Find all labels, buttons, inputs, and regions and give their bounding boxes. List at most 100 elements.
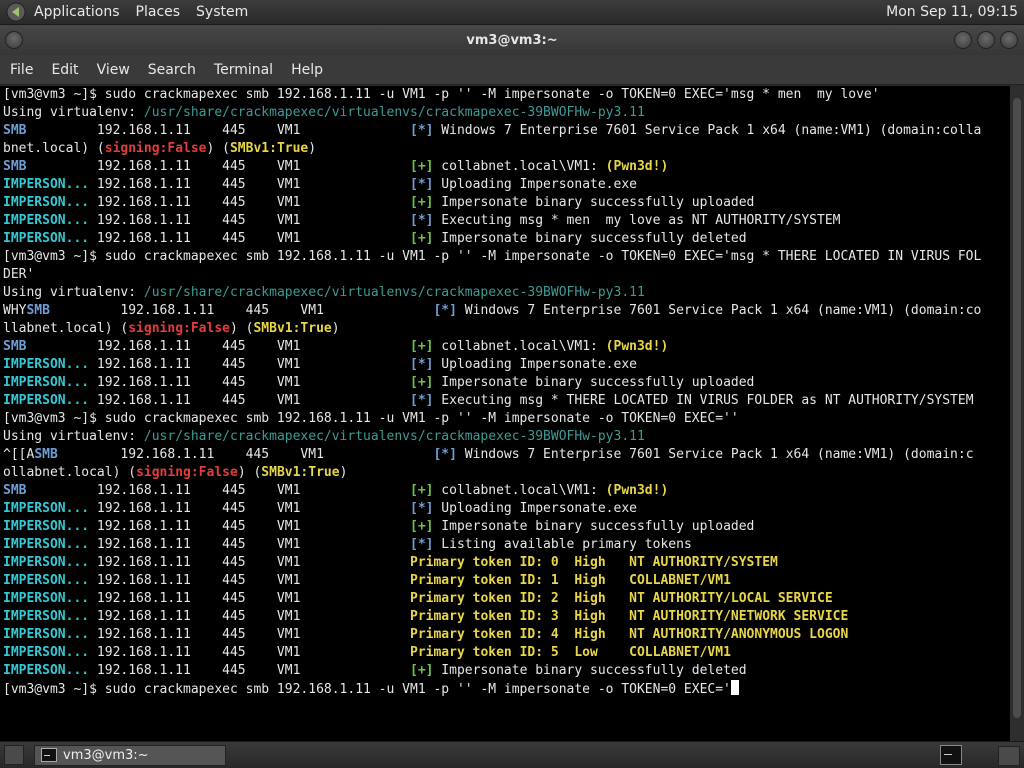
terminal-segment-yellow: (Pwn3d!) <box>605 339 669 354</box>
terminal-segment-plain: Impersonate binary successfully uploaded <box>433 519 755 534</box>
terminal-segment-plain: Impersonate binary successfully uploaded <box>433 195 755 210</box>
terminal-segment-mod-smb: SMB <box>3 339 27 354</box>
terminal-segment-prompt: [vm3@vm3 ~]$ sudo crackmapexec smb 192.1… <box>3 411 739 426</box>
menu-search[interactable]: Search <box>140 55 204 85</box>
terminal-segment-plain: 192.168.1.11 445 VM1 <box>89 177 410 192</box>
menu-terminal[interactable]: Terminal <box>206 55 281 85</box>
terminal-segment-yellow: SMBv1:True <box>261 465 340 480</box>
terminal-segment-plain: 192.168.1.11 445 VM1 <box>26 339 410 354</box>
terminal-segment-red: signing:False <box>128 321 230 336</box>
menu-help[interactable]: Help <box>283 55 331 85</box>
terminal-segment-mark-info: [*] <box>410 123 434 138</box>
terminal-segment-plain: Uploading Impersonate.exe <box>433 177 637 192</box>
terminal-segment-mod-imp: IMPERSON... <box>3 573 90 588</box>
terminal-segment-mod-imp: IMPERSON... <box>3 609 90 624</box>
terminal-segment-mod-smb: SMB <box>3 483 27 498</box>
terminal-segment-mod-imp: IMPERSON... <box>3 627 90 642</box>
terminal-segment-plain: 192.168.1.11 445 VM1 <box>89 537 410 552</box>
places-menu[interactable]: Places <box>128 0 189 25</box>
terminal-segment-plain: ollabnet.local) ( <box>3 465 137 480</box>
terminal-line: IMPERSON... 192.168.1.11 445 VM1 [+] Imp… <box>3 518 1010 536</box>
workspace-terminal-icon[interactable] <box>940 745 962 765</box>
terminal-output[interactable]: [vm3@vm3 ~]$ sudo crackmapexec smb 192.1… <box>0 86 1010 741</box>
terminal-segment-yellow: SMBv1:True <box>229 141 309 156</box>
window-titlebar[interactable]: vm3@vm3:~ <box>0 25 1024 55</box>
terminal-segment-plain: DER' <box>3 267 35 282</box>
terminal-segment-mod-imp: IMPERSON... <box>3 555 90 570</box>
taskbar-window-button[interactable]: vm3@vm3:~ <box>34 744 226 766</box>
terminal-segment-plain: Impersonate binary successfully uploaded <box>433 375 755 390</box>
terminal-line: IMPERSON... 192.168.1.11 445 VM1 [*] Lis… <box>3 536 1010 554</box>
terminal-segment-plain: Windows 7 Enterprise 7601 Service Pack 1… <box>456 303 982 318</box>
workspace-switcher-button[interactable] <box>998 746 1020 766</box>
terminal-segment-plain: Executing msg * men my love as NT AUTHOR… <box>433 213 841 228</box>
terminal-segment-path: /usr/share/crackmapexec/virtualenvs/crac… <box>143 429 645 444</box>
terminal-segment-mod-imp: IMPERSON... <box>3 501 90 516</box>
terminal-segment-plain: Using virtualenv: <box>3 285 144 300</box>
terminal-segment-plain: 192.168.1.11 445 VM1 <box>89 357 410 372</box>
terminal-segment-plain: 192.168.1.11 445 VM1 <box>89 627 410 642</box>
bottom-panel: vm3@vm3:~ <box>0 741 1024 768</box>
menu-view[interactable]: View <box>89 55 138 85</box>
terminal-segment-plain: Using virtualenv: <box>3 429 144 444</box>
terminal-segment-plain: 192.168.1.11 445 VM1 <box>89 609 410 624</box>
terminal-line: IMPERSON... 192.168.1.11 445 VM1 Primary… <box>3 608 1010 626</box>
terminal-segment-mark-ok: [+] <box>410 663 434 678</box>
terminal-segment-mark-ok: [+] <box>410 339 434 354</box>
window-menu-button[interactable] <box>5 31 23 49</box>
terminal-segment-plain: Windows 7 Enterprise 7601 Service Pack 1… <box>433 123 982 138</box>
terminal-segment-plain: 192.168.1.11 445 VM1 <box>49 303 434 318</box>
terminal-line: llabnet.local) (signing:False) (SMBv1:Tr… <box>3 320 1010 338</box>
terminal-segment-mark-info: [*] <box>410 537 434 552</box>
clock[interactable]: Mon Sep 11, 09:15 <box>886 4 1024 20</box>
terminal-segment-plain: Impersonate binary successfully deleted <box>433 231 747 246</box>
terminal-segment-mod-smb: SMB <box>34 447 58 462</box>
terminal-segment-mark-ok: [+] <box>410 159 434 174</box>
terminal-segment-red: signing:False <box>104 141 207 156</box>
terminal-line: SMB 192.168.1.11 445 VM1 [+] collabnet.l… <box>3 338 1010 356</box>
applications-menu[interactable]: Applications <box>26 0 128 25</box>
terminal-segment-plain: 192.168.1.11 445 VM1 <box>89 195 410 210</box>
terminal-segment-plain: Listing available primary tokens <box>433 537 692 552</box>
terminal-line: [vm3@vm3 ~]$ sudo crackmapexec smb 192.1… <box>3 680 1010 698</box>
terminal-scrollbar[interactable] <box>1010 86 1024 741</box>
terminal-segment-mark-ok: [+] <box>410 519 434 534</box>
gnome-foot-icon[interactable] <box>6 2 26 22</box>
terminal-segment-plain: ^[[A <box>3 447 35 462</box>
terminal-segment-yellow: Primary token ID: 2 High NT AUTHORITY/LO… <box>410 591 833 606</box>
terminal-line: IMPERSON... 192.168.1.11 445 VM1 [+] Imp… <box>3 194 1010 212</box>
terminal-segment-plain: 192.168.1.11 445 VM1 <box>89 393 410 408</box>
terminal-segment-mark-ok: [+] <box>410 375 434 390</box>
terminal-line: Using virtualenv: /usr/share/crackmapexe… <box>3 104 1010 122</box>
terminal-segment-mark-info: [*] <box>410 501 434 516</box>
terminal-segment-mod-imp: IMPERSON... <box>3 231 90 246</box>
text-cursor <box>730 680 739 695</box>
terminal-line: [vm3@vm3 ~]$ sudo crackmapexec smb 192.1… <box>3 410 1010 428</box>
terminal-line: IMPERSON... 192.168.1.11 445 VM1 [+] Imp… <box>3 374 1010 392</box>
maximize-button[interactable] <box>977 31 995 49</box>
close-button[interactable] <box>1000 31 1018 49</box>
terminal-segment-plain: Windows 7 Enterprise 7601 Service Pack 1… <box>456 447 974 462</box>
terminal-line: IMPERSON... 192.168.1.11 445 VM1 Primary… <box>3 572 1010 590</box>
taskbar-window-label: vm3@vm3:~ <box>63 747 149 763</box>
terminal-segment-yellow: Primary token ID: 3 High NT AUTHORITY/NE… <box>410 609 849 624</box>
scrollbar-thumb[interactable] <box>1013 98 1021 718</box>
show-desktop-button[interactable] <box>4 745 24 765</box>
terminal-segment-mod-imp: IMPERSON... <box>3 177 90 192</box>
terminal-segment-plain: WHY <box>3 303 27 318</box>
terminal-segment-plain: Uploading Impersonate.exe <box>433 357 637 372</box>
terminal-segment-prompt: [vm3@vm3 ~]$ sudo crackmapexec smb 192.1… <box>3 87 880 102</box>
terminal-line: SMB 192.168.1.11 445 VM1 [+] collabnet.l… <box>3 482 1010 500</box>
terminal-segment-mod-imp: IMPERSON... <box>3 645 90 660</box>
menu-edit[interactable]: Edit <box>43 55 86 85</box>
terminal-segment-path: /usr/share/crackmapexec/virtualenvs/crac… <box>143 285 645 300</box>
minimize-button[interactable] <box>954 31 972 49</box>
terminal-segment-yellow: Primary token ID: 5 Low COLLABNET/VM1 <box>410 645 731 660</box>
menu-file[interactable]: File <box>2 55 41 85</box>
window-title: vm3@vm3:~ <box>466 32 558 48</box>
terminal-segment-mod-imp: IMPERSON... <box>3 393 90 408</box>
terminal-segment-plain: 192.168.1.11 445 VM1 <box>89 519 410 534</box>
system-menu[interactable]: System <box>188 0 256 25</box>
terminal-line: SMB 192.168.1.11 445 VM1 [*] Windows 7 E… <box>3 122 1010 140</box>
terminal-segment-plain: 192.168.1.11 445 VM1 <box>89 663 410 678</box>
